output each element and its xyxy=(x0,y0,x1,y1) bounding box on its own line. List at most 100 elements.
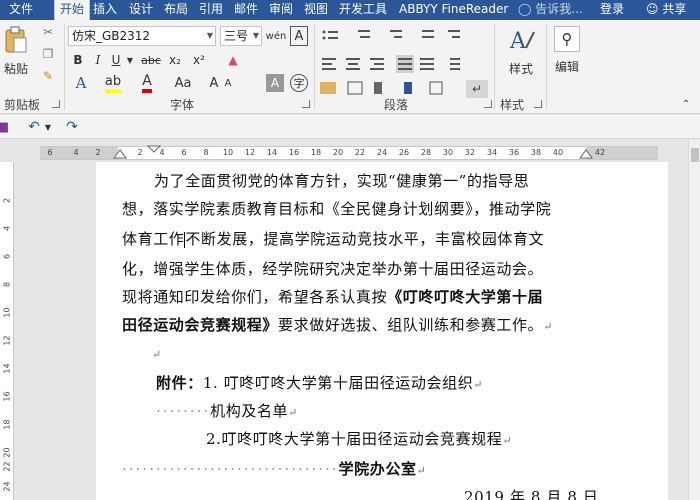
font-size-select[interactable]: 三号 ▼ xyxy=(220,26,262,46)
text-direction-icon[interactable] xyxy=(402,80,422,96)
copy-icon[interactable]: ❐ xyxy=(40,46,56,62)
cut-icon[interactable]: ✂ xyxy=(40,24,56,40)
borders-icon[interactable] xyxy=(346,80,366,96)
tab-view[interactable]: 视图 xyxy=(299,0,333,20)
paragraph-mark: ↵ xyxy=(543,320,554,333)
shrink-font-button[interactable]: A xyxy=(222,72,234,94)
save-icon[interactable]: ■ xyxy=(0,119,10,135)
collapse-ribbon-icon[interactable]: ⌃ xyxy=(680,98,692,110)
shading-icon[interactable] xyxy=(318,80,338,96)
bullets-icon[interactable] xyxy=(318,24,342,42)
word-window: 文件 开始 插入 设计 布局 引用 邮件 审阅 视图 开发工具 ABBYY Fi… xyxy=(0,0,700,500)
underline-button[interactable]: U xyxy=(108,50,124,70)
ruler-tick: 2 xyxy=(2,197,12,204)
italic-button[interactable]: I xyxy=(90,50,106,70)
align-center-icon[interactable] xyxy=(342,54,362,72)
tab-references[interactable]: 引用 xyxy=(194,0,228,20)
character-shading-button[interactable]: A xyxy=(266,74,284,92)
first-line-indent-marker[interactable] xyxy=(146,145,162,153)
lightbulb-icon: ◯ xyxy=(518,2,532,16)
return-arrow-icon[interactable]: ↵ xyxy=(466,80,488,98)
group-divider xyxy=(494,24,495,110)
tab-mailings[interactable]: 邮件 xyxy=(229,0,263,20)
editing-button[interactable]: ⚲ xyxy=(554,26,580,52)
tab-developer[interactable]: 开发工具 xyxy=(334,0,392,20)
sort-icon[interactable] xyxy=(372,80,392,96)
highlight-color-button[interactable]: ab xyxy=(100,72,126,94)
undo-icon[interactable]: ↶ xyxy=(26,118,42,136)
tab-review[interactable]: 审阅 xyxy=(264,0,298,20)
tab-design[interactable]: 设计 xyxy=(124,0,158,20)
group-divider xyxy=(546,24,547,110)
share-button[interactable]: ☺ 共享 xyxy=(646,0,686,19)
doc-paragraph-line: 体育工作不断发展，提高学院运动竞技水平，丰富校园体育文 xyxy=(122,230,545,248)
tell-me-box[interactable]: ◯ 告诉我... xyxy=(518,0,583,20)
underline-dropdown-icon[interactable]: ▼ xyxy=(126,50,134,70)
justify-icon[interactable] xyxy=(394,54,414,72)
superscript-button[interactable]: x² xyxy=(190,50,208,70)
quick-access-toolbar: ■ ↶ ▼ ↷ xyxy=(0,115,700,139)
paragraph-group-label: 段落 xyxy=(384,98,409,112)
ribbon-tab-bar: 文件 开始 插入 设计 布局 引用 邮件 审阅 视图 开发工具 ABBYY Fi… xyxy=(0,0,700,20)
clear-formatting-icon[interactable]: ▲ xyxy=(222,50,244,70)
tab-abbyy[interactable]: ABBYY FineReader 12 xyxy=(394,0,510,20)
ruler-indent-markers xyxy=(113,145,593,159)
paste-label[interactable]: 粘贴 xyxy=(4,60,28,77)
scrollbar-thumb[interactable] xyxy=(691,148,699,162)
ruler-tick: 22 xyxy=(2,461,12,472)
format-painter-icon[interactable]: ✎ xyxy=(40,68,56,84)
increase-indent-icon[interactable] xyxy=(446,24,470,42)
vertical-scrollbar[interactable] xyxy=(688,140,700,500)
align-right-icon[interactable] xyxy=(366,54,386,72)
ruler-tick: 6 xyxy=(47,148,53,157)
paragraph-mark: ↵ xyxy=(288,406,298,419)
subscript-button[interactable]: x₂ xyxy=(166,50,184,70)
font-color-button[interactable]: A xyxy=(136,72,158,94)
right-indent-marker[interactable] xyxy=(579,149,593,159)
editing-label[interactable]: 编辑 xyxy=(552,58,582,75)
ruler-tick: 18 xyxy=(2,419,12,430)
show-marks-icon[interactable] xyxy=(428,80,448,96)
decrease-indent-icon[interactable] xyxy=(420,24,444,42)
styles-icon: A xyxy=(509,29,535,54)
chevron-down-icon: ▼ xyxy=(252,31,259,40)
attachment-line: 附件：1. 叮咚叮咚大学第十届田径运动会组织↵ xyxy=(156,374,484,392)
ruler-tick: 8 xyxy=(2,281,12,288)
character-border-button[interactable]: A xyxy=(290,26,308,46)
ruler-tick: 16 xyxy=(2,391,12,402)
tab-layout[interactable]: 布局 xyxy=(159,0,193,20)
tab-home[interactable]: 开始 xyxy=(54,0,91,20)
phonetic-guide-button[interactable]: wén xyxy=(266,26,287,46)
sign-in-link[interactable]: 登录 xyxy=(600,0,624,19)
paste-button[interactable] xyxy=(4,26,28,54)
left-indent-marker[interactable] xyxy=(113,149,127,159)
change-case-button[interactable]: Aa xyxy=(170,72,196,94)
doc-paragraph-line: 化，增强学生体质，经学院研究决定举办第十届田径运动会。 xyxy=(122,260,544,278)
ribbon-home: 粘贴 ✂ ❐ ✎ 剪贴板 仿宋_GB2312 ▼ 三号 ▼ wén A B I … xyxy=(0,20,700,114)
font-launcher-icon[interactable] xyxy=(302,100,310,108)
doc-paragraph-line: 现将通知印发给你们，希望各系认真按《叮咚叮咚大学第十届 xyxy=(122,288,544,306)
distributed-icon[interactable] xyxy=(418,54,438,72)
text-effects-button[interactable]: A xyxy=(70,72,92,94)
paragraph-launcher-icon[interactable] xyxy=(484,100,492,108)
styles-launcher-icon[interactable] xyxy=(534,100,542,108)
bold-button[interactable]: B xyxy=(70,50,86,70)
styles-gallery-button[interactable]: A xyxy=(504,24,538,58)
align-left-icon[interactable] xyxy=(318,54,338,72)
enclose-characters-button[interactable]: 字 xyxy=(290,74,308,92)
doc-paragraph-line: 想，落实学院素质教育目标和《全民健身计划纲要》，推动学院 xyxy=(122,200,552,218)
group-divider xyxy=(314,24,315,110)
chevron-down-icon[interactable]: ▼ xyxy=(44,121,52,133)
font-name-select[interactable]: 仿宋_GB2312 ▼ xyxy=(68,26,216,46)
strikethrough-button[interactable]: abc xyxy=(138,50,164,70)
tab-insert[interactable]: 插入 xyxy=(88,0,122,20)
redo-icon[interactable]: ↷ xyxy=(64,118,80,136)
clipboard-launcher-icon[interactable] xyxy=(52,100,60,108)
styles-button-label[interactable]: 样式 xyxy=(506,60,536,77)
multilevel-list-icon[interactable] xyxy=(390,24,414,42)
grow-font-button[interactable]: A xyxy=(208,72,220,94)
line-spacing-icon[interactable] xyxy=(446,54,466,72)
highlighter-icon: ab xyxy=(104,74,122,93)
numbering-icon[interactable] xyxy=(348,24,372,42)
tab-file[interactable]: 文件 xyxy=(4,0,38,20)
